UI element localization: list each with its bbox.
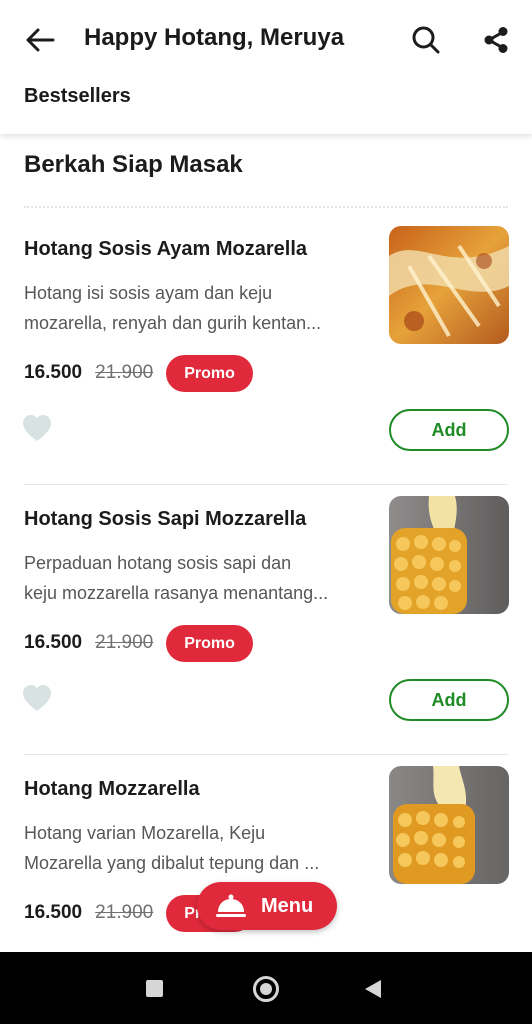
system-nav-bar: [0, 952, 532, 1024]
hotang-photo: [389, 226, 509, 344]
share-button[interactable]: [476, 20, 516, 60]
promo-badge: Promo: [166, 354, 253, 392]
item-price: 16.500: [24, 632, 83, 653]
share-icon: [484, 27, 508, 53]
item-price: 16.500: [24, 362, 83, 383]
search-button[interactable]: [406, 20, 446, 60]
cloche-icon: [216, 894, 246, 917]
item-name: Hotang Sosis Sapi Mozzarella: [24, 508, 307, 530]
menu-button[interactable]: Menu: [197, 882, 337, 930]
item-description-line: Mozarella yang dibalut tepung dan ...: [24, 853, 320, 873]
heart-icon[interactable]: [22, 414, 52, 442]
hotang-photo: [389, 496, 509, 614]
section-divider: [24, 206, 508, 208]
item-image[interactable]: [389, 766, 509, 884]
app-header: Happy Hotang, Meruya Bestsellers: [0, 0, 532, 134]
list-item[interactable]: Hotang Sosis Ayam Mozarella Hotang isi s…: [0, 226, 532, 508]
item-divider: [24, 754, 508, 755]
hotang-photo: [389, 766, 509, 884]
section-title: Berkah Siap Masak: [24, 151, 243, 178]
price-row: 16.500 21.900 Promo: [24, 624, 253, 662]
item-description: Hotang varian Mozarella, Keju Mozarella …: [24, 818, 369, 878]
item-description-line: Perpaduan hotang sosis sapi dan: [24, 553, 292, 573]
tab-bestsellers[interactable]: Bestsellers: [24, 85, 131, 108]
item-description-line: keju mozzarella rasanya menantang...: [24, 583, 329, 603]
recents-icon[interactable]: [146, 980, 163, 997]
add-button[interactable]: Add: [389, 679, 509, 721]
item-divider: [24, 484, 508, 485]
menu-list[interactable]: Berkah Siap Masak Hotang Sosis Ayam Moza…: [0, 134, 532, 952]
item-image[interactable]: [389, 226, 509, 344]
search-icon: [412, 26, 440, 54]
back-button[interactable]: [22, 22, 58, 58]
list-item[interactable]: Hotang Sosis Sapi Mozzarella Perpaduan h…: [0, 496, 532, 778]
item-description: Perpaduan hotang sosis sapi dan keju moz…: [24, 548, 369, 608]
item-description-line: mozarella, renyah dan gurih kentan...: [24, 313, 322, 333]
arrow-left-icon: [26, 28, 55, 52]
item-description: Hotang isi sosis ayam dan keju mozarella…: [24, 278, 369, 338]
heart-icon[interactable]: [22, 684, 52, 712]
item-original-price: 21.900: [95, 902, 154, 923]
promo-badge: Promo: [166, 624, 253, 662]
back-triangle-icon[interactable]: [365, 980, 381, 998]
home-icon[interactable]: [253, 976, 279, 1002]
item-description-line: Hotang isi sosis ayam dan keju: [24, 283, 273, 303]
price-row: 16.500 21.900 Promo: [24, 354, 253, 392]
add-button[interactable]: Add: [389, 409, 509, 451]
item-name: Hotang Mozzarella: [24, 778, 200, 800]
page-title: Happy Hotang, Meruya: [84, 24, 345, 51]
item-image[interactable]: [389, 496, 509, 614]
menu-button-label: Menu: [261, 894, 314, 917]
item-original-price: 21.900: [95, 362, 154, 383]
item-name: Hotang Sosis Ayam Mozarella: [24, 238, 308, 260]
item-description-line: Hotang varian Mozarella, Keju: [24, 823, 266, 843]
item-price: 16.500: [24, 902, 83, 923]
item-original-price: 21.900: [95, 632, 154, 653]
